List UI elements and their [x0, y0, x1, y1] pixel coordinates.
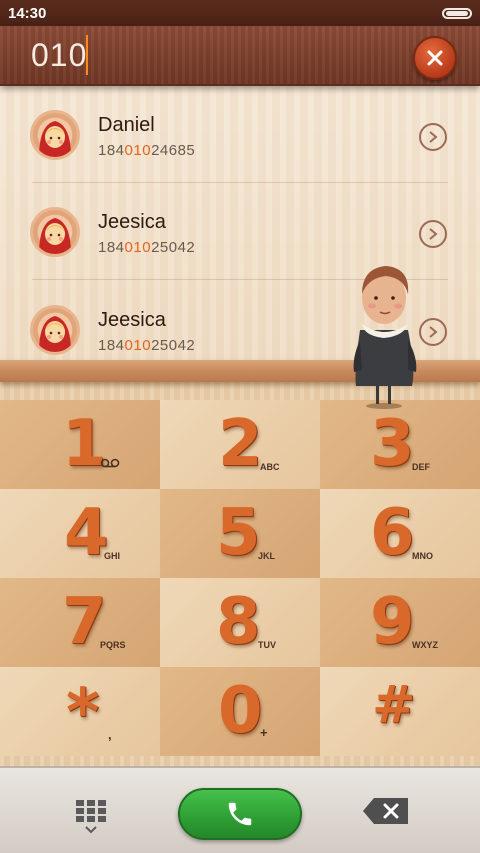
contact-name: Jeesica: [98, 211, 166, 233]
avatar: [30, 110, 80, 160]
key-7[interactable]: 7 PQRS: [0, 578, 160, 667]
text-cursor: [86, 35, 88, 75]
chevron-right-icon: [429, 131, 438, 143]
key-2[interactable]: 2 ABC: [160, 400, 320, 489]
call-button[interactable]: [178, 788, 302, 840]
contact-name: Daniel: [98, 114, 155, 136]
close-icon: [427, 50, 443, 66]
key-5[interactable]: 5 JKL: [160, 489, 320, 578]
phone-icon: [228, 802, 252, 826]
key-hash[interactable]: #: [320, 667, 480, 756]
contact-number: 18401024685: [98, 142, 196, 159]
voicemail-icon: [100, 458, 120, 468]
chevron-right-icon: [429, 326, 438, 338]
key-9[interactable]: 9 WXYZ: [320, 578, 480, 667]
key-8[interactable]: 8 TUV: [160, 578, 320, 667]
status-bar: 14:30: [0, 0, 480, 26]
key-6[interactable]: 6 MNO: [320, 489, 480, 578]
contact-details-button[interactable]: [419, 123, 447, 151]
dialed-number[interactable]: 010: [31, 37, 87, 74]
clear-input-button[interactable]: [413, 36, 457, 80]
list-item[interactable]: Daniel 18401024685: [0, 86, 480, 183]
doll-figure: [353, 266, 417, 409]
key-1[interactable]: 1: [0, 400, 160, 489]
contact-number: 18401025042: [98, 239, 196, 256]
battery-icon: [442, 8, 472, 19]
key-3[interactable]: 3 DEF: [320, 400, 480, 489]
backspace-icon[interactable]: [362, 796, 410, 826]
contact-number: 18401025042: [98, 337, 196, 354]
key-4[interactable]: 4 GHI: [0, 489, 160, 578]
contact-name: Jeesica: [98, 309, 166, 331]
avatar: [30, 207, 80, 257]
dial-keypad: 1 2 ABC 3 DEF 4 GHI 5 JKL 6 MNO 7 PQRS 8…: [0, 382, 480, 766]
chevron-right-icon: [429, 228, 438, 240]
dial-input-bar: 010: [0, 26, 480, 86]
status-time: 14:30: [8, 5, 47, 22]
key-0[interactable]: 0 +: [160, 667, 320, 756]
key-star[interactable]: * ,: [0, 667, 160, 756]
avatar: [30, 305, 80, 355]
dialer-action-bar: [0, 766, 480, 853]
dialpad-icon[interactable]: [72, 796, 110, 836]
contact-details-button[interactable]: [419, 220, 447, 248]
